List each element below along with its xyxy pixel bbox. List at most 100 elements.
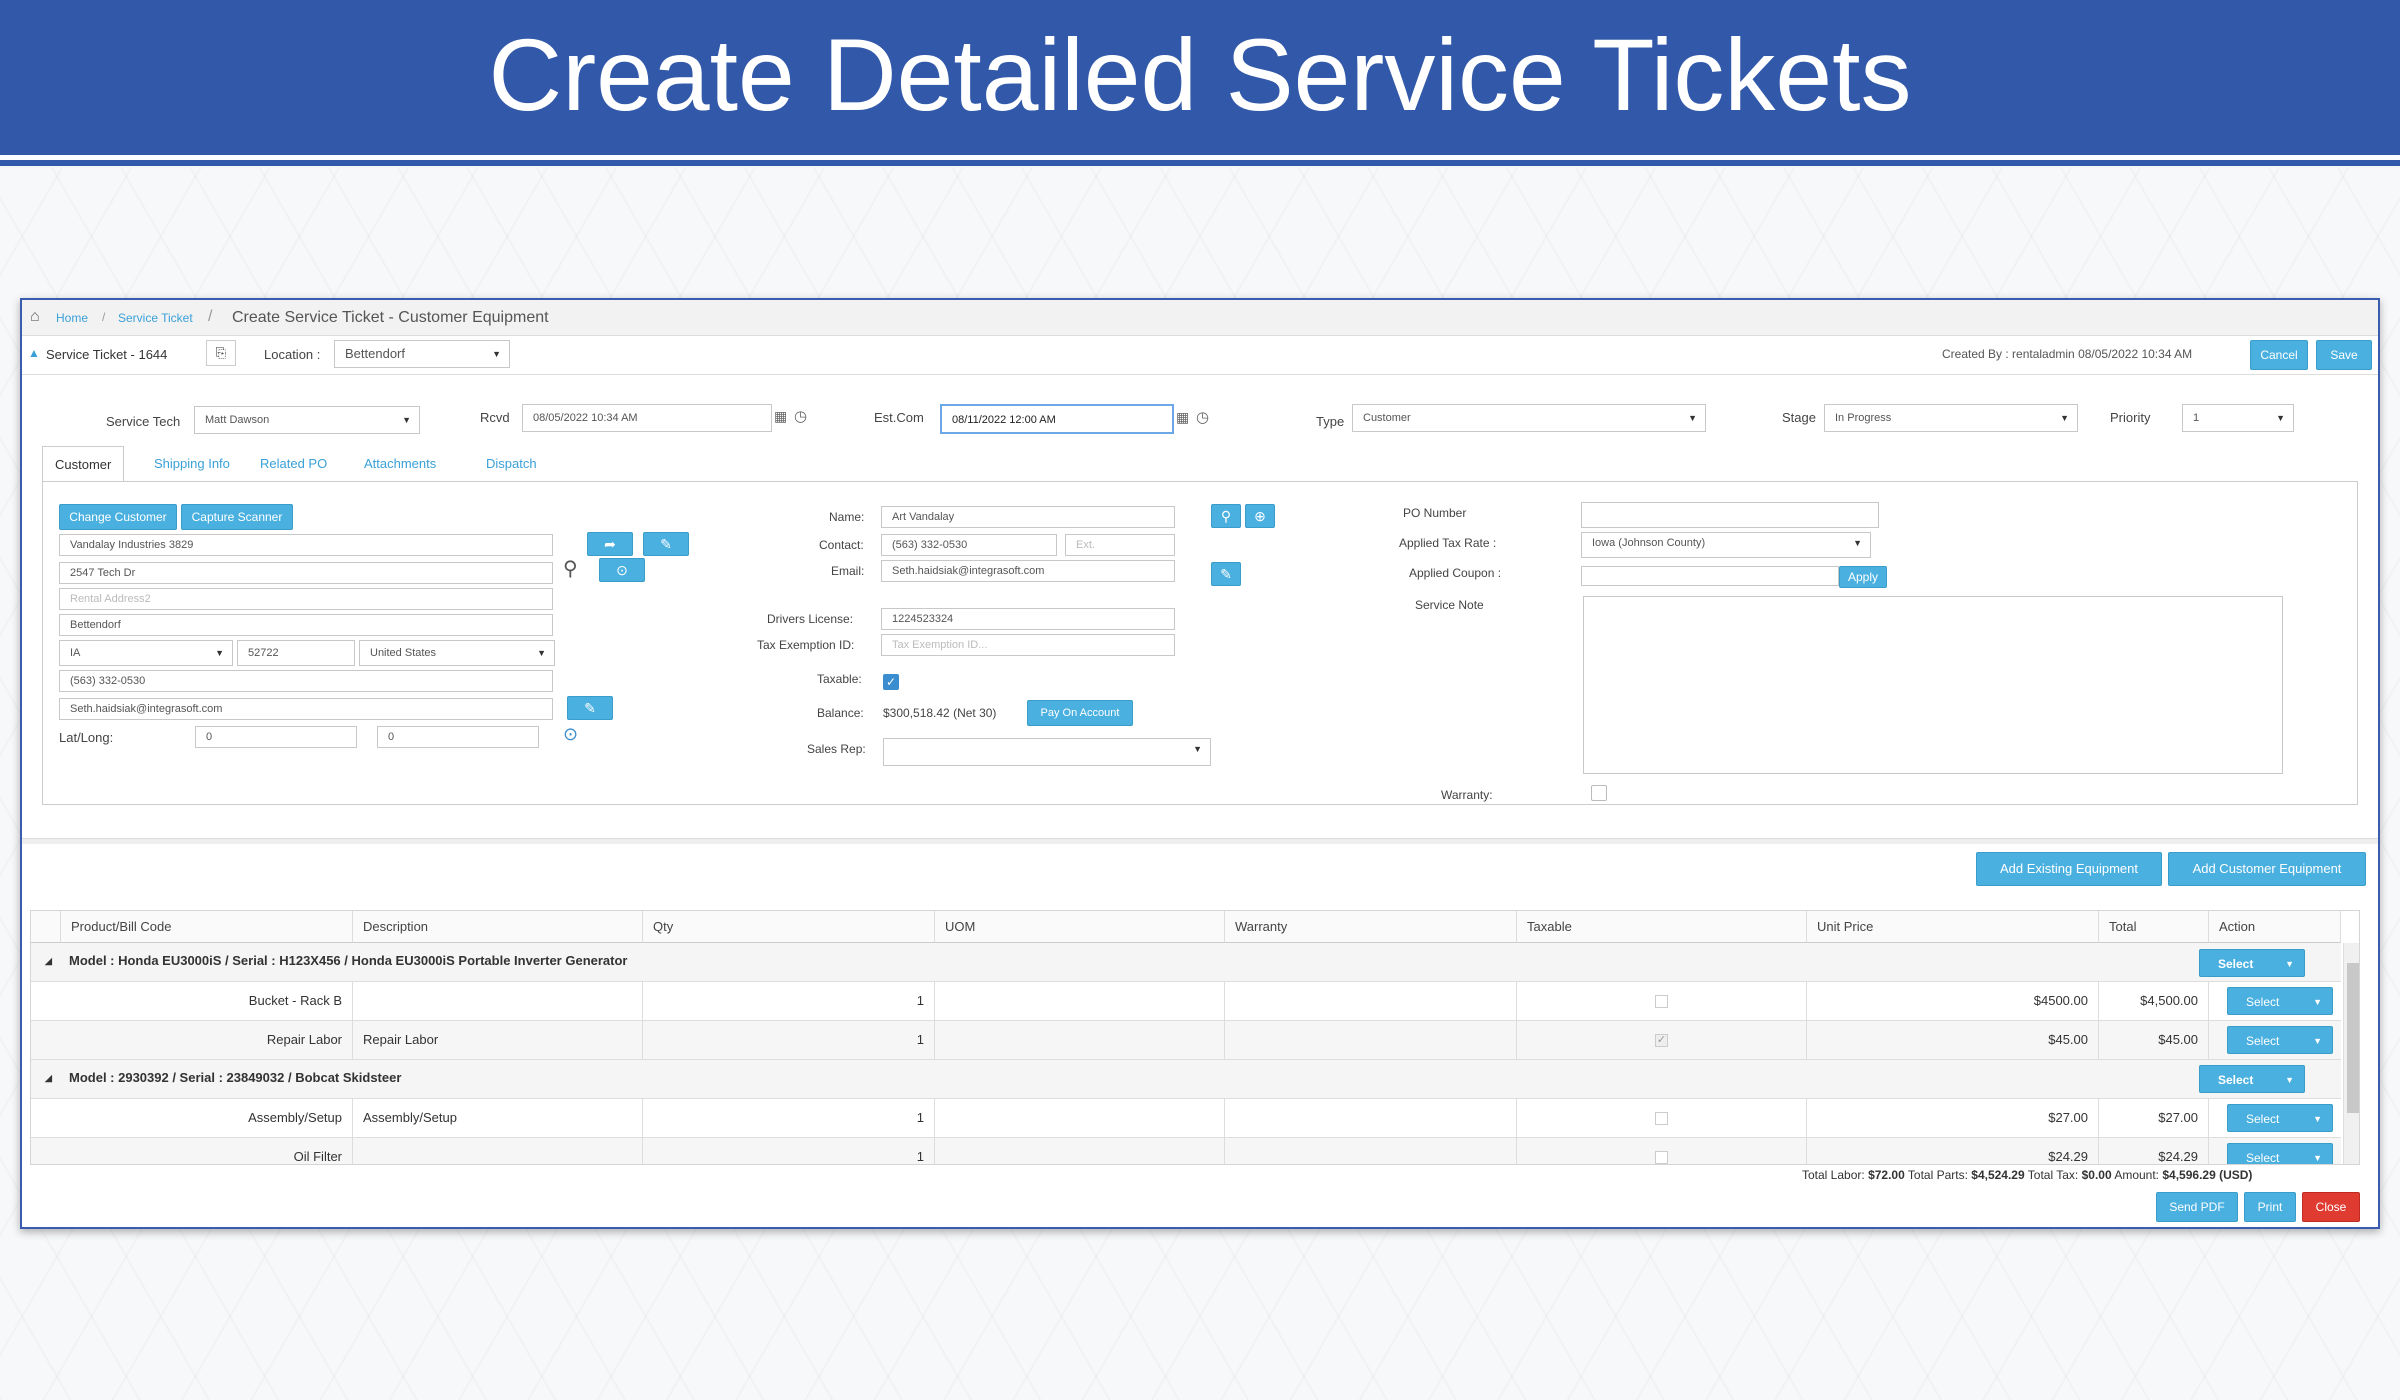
select-button[interactable]: Select: [2199, 1065, 2305, 1094]
select-button[interactable]: Select: [2227, 1104, 2333, 1133]
location-select[interactable]: Bettendorf: [334, 340, 510, 368]
name-input[interactable]: Art Vandalay: [881, 506, 1175, 528]
directions-icon[interactable]: ➦: [587, 532, 633, 556]
tab-attachments[interactable]: Attachments: [352, 446, 448, 482]
print-button[interactable]: Print: [2244, 1192, 2296, 1222]
tab-related-po[interactable]: Related PO: [248, 446, 339, 482]
select-button[interactable]: Select: [2199, 949, 2305, 978]
breadcrumb-service-ticket[interactable]: Service Ticket: [118, 311, 193, 325]
rcvd-label: Rcvd: [480, 410, 510, 425]
calendar-icon[interactable]: ▦: [774, 408, 787, 425]
address2-input[interactable]: Rental Address2: [59, 588, 553, 610]
ext-input[interactable]: Ext.: [1065, 534, 1175, 556]
group-title: Model : 2930392 / Serial : 23849032 / Bo…: [69, 1070, 402, 1085]
map-pin-icon[interactable]: ⊙: [563, 724, 578, 745]
tab-dispatch[interactable]: Dispatch: [474, 446, 549, 482]
state-select[interactable]: IA: [59, 640, 233, 666]
collapse-icon[interactable]: ◢: [45, 1060, 52, 1096]
unit-price[interactable]: $24.29: [1807, 1138, 2099, 1164]
sales-rep-select[interactable]: [883, 738, 1211, 766]
stage-select[interactable]: In Progress: [1824, 404, 2078, 432]
add-icon[interactable]: ⊕: [1245, 504, 1275, 528]
edit-icon[interactable]: ✎: [567, 696, 613, 720]
qty[interactable]: 1: [643, 1099, 935, 1138]
tax-exemption-input[interactable]: Tax Exemption ID...: [881, 634, 1175, 656]
country-select[interactable]: United States: [359, 640, 555, 666]
unit-price[interactable]: $27.00: [1807, 1099, 2099, 1138]
change-customer-button[interactable]: Change Customer: [59, 504, 177, 530]
taxable-checkbox[interactable]: [1655, 1151, 1668, 1164]
column-header[interactable]: Warranty: [1225, 911, 1517, 943]
calendar-icon[interactable]: ▦: [1176, 409, 1189, 426]
tab-customer[interactable]: Customer: [42, 446, 125, 482]
close-button[interactable]: Close: [2302, 1192, 2360, 1222]
qty[interactable]: 1: [643, 1021, 935, 1060]
email-input[interactable]: Seth.haidsiak@integrasoft.com: [59, 698, 553, 720]
edit-icon[interactable]: ✎: [1211, 562, 1241, 586]
city-input[interactable]: Bettendorf: [59, 614, 553, 636]
rcvd-input[interactable]: 08/05/2022 10:34 AM: [522, 404, 772, 432]
lat-input[interactable]: 0: [195, 726, 357, 748]
drivers-license-input[interactable]: 1224523324: [881, 608, 1175, 630]
scrollbar-thumb[interactable]: [2347, 963, 2359, 1113]
priority-select[interactable]: 1: [2182, 404, 2294, 432]
group-row[interactable]: ◢ Model : Honda EU3000iS / Serial : H123…: [31, 943, 2341, 982]
search-icon[interactable]: ⚲: [1211, 504, 1241, 528]
contact-email-input[interactable]: Seth.haidsiak@integrasoft.com: [881, 560, 1175, 582]
pay-on-account-button[interactable]: Pay On Account: [1027, 700, 1133, 726]
taxable-checkbox[interactable]: [1655, 995, 1668, 1009]
capture-scanner-button[interactable]: Capture Scanner: [181, 504, 293, 530]
coupon-input[interactable]: [1581, 566, 1839, 586]
service-note-textarea[interactable]: [1583, 596, 2283, 774]
select-button[interactable]: Select: [2227, 1143, 2333, 1164]
copy-icon[interactable]: ⎘: [206, 340, 236, 366]
column-header[interactable]: UOM: [935, 911, 1225, 943]
taxable-checkbox[interactable]: ✓: [1655, 1033, 1668, 1047]
select-button[interactable]: Select: [2227, 1026, 2333, 1055]
taxable-checkbox[interactable]: ✓: [883, 674, 899, 690]
column-header[interactable]: Product/Bill Code: [61, 911, 353, 943]
column-header[interactable]: Qty: [643, 911, 935, 943]
company-input[interactable]: Vandalay Industries 3829: [59, 534, 553, 556]
collapse-icon[interactable]: ▲: [28, 346, 40, 360]
qty[interactable]: 1: [643, 982, 935, 1021]
contact-input[interactable]: (563) 332-0530: [881, 534, 1057, 556]
unit-price[interactable]: $4500.00: [1807, 982, 2099, 1021]
add-existing-equipment-button[interactable]: Add Existing Equipment: [1976, 852, 2162, 886]
clock-icon[interactable]: ◷: [1196, 408, 1209, 426]
save-button[interactable]: Save: [2316, 340, 2372, 370]
estcom-input[interactable]: 08/11/2022 12:00 AM: [940, 404, 1174, 434]
po-number-input[interactable]: [1581, 502, 1879, 528]
map-pin-icon[interactable]: ⚲: [563, 556, 578, 581]
column-header[interactable]: Action: [2209, 911, 2341, 943]
qty[interactable]: 1: [643, 1138, 935, 1164]
unit-price[interactable]: $45.00: [1807, 1021, 2099, 1060]
taxable-checkbox[interactable]: [1655, 1112, 1668, 1126]
breadcrumb-home[interactable]: Home: [56, 311, 88, 325]
phone-input[interactable]: (563) 332-0530: [59, 670, 553, 692]
column-header[interactable]: Unit Price: [1807, 911, 2099, 943]
collapse-icon[interactable]: ◢: [45, 943, 52, 979]
cancel-button[interactable]: Cancel: [2250, 340, 2308, 370]
address1-input[interactable]: 2547 Tech Dr: [59, 562, 553, 584]
group-row[interactable]: ◢ Model : 2930392 / Serial : 23849032 / …: [31, 1060, 2341, 1099]
warranty-checkbox[interactable]: [1591, 785, 1607, 801]
tax-rate-select[interactable]: Iowa (Johnson County): [1581, 532, 1871, 558]
tab-shipping-info[interactable]: Shipping Info: [142, 446, 242, 482]
clock-icon[interactable]: ◷: [794, 407, 807, 425]
column-header[interactable]: Taxable: [1517, 911, 1807, 943]
column-header[interactable]: Description: [353, 911, 643, 943]
select-button[interactable]: Select: [2227, 987, 2333, 1016]
column-header[interactable]: Total: [2099, 911, 2209, 943]
service-tech-select[interactable]: Matt Dawson: [194, 406, 420, 434]
send-pdf-button[interactable]: Send PDF: [2156, 1192, 2238, 1222]
home-icon[interactable]: ⌂: [30, 308, 40, 326]
zip-input[interactable]: 52722: [237, 640, 355, 666]
location-icon[interactable]: ⊙: [599, 558, 645, 582]
type-select[interactable]: Customer: [1352, 404, 1706, 432]
scrollbar[interactable]: [2343, 943, 2359, 1164]
add-customer-equipment-button[interactable]: Add Customer Equipment: [2168, 852, 2366, 886]
apply-button[interactable]: Apply: [1839, 566, 1887, 588]
edit-icon[interactable]: ✎: [643, 532, 689, 556]
long-input[interactable]: 0: [377, 726, 539, 748]
